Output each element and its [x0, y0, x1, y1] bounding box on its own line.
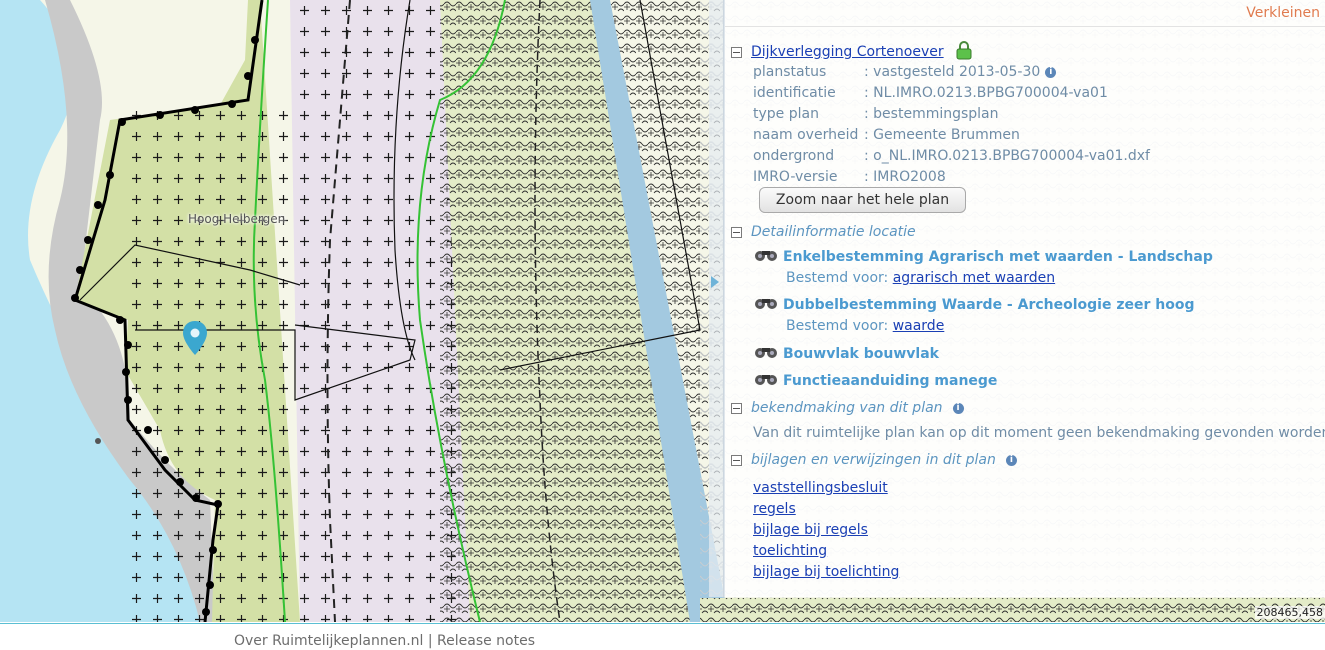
bijlage-link[interactable]: bijlage bij toelichting	[753, 564, 899, 580]
detail-item: Functieaanduiding manege	[753, 372, 997, 389]
info-icon[interactable]: i	[1005, 454, 1017, 466]
bekendmaking-text: Van dit ruimtelijke plan kan op dit mome…	[753, 425, 1325, 441]
sub-link[interactable]: agrarisch met waarden	[893, 270, 1055, 286]
coordinate-readout: 208465,458	[1254, 606, 1325, 619]
sub-link[interactable]: waarde	[893, 318, 945, 334]
field-value: : vastgesteld 2013-05-30	[864, 64, 1041, 80]
collapse-bijlagen-icon[interactable]	[731, 454, 742, 466]
detail-item-title[interactable]: Dubbelbestemming Waarde - Archeologie ze…	[783, 297, 1194, 313]
panel-header: Verkleinen	[725, 0, 1325, 27]
bekendmaking-heading: bekendmaking van dit plan	[751, 400, 943, 416]
bijlagen-heading: bijlagen en verwijzingen in dit plan	[751, 452, 996, 468]
field-value: : o_NL.IMRO.0213.BPBG700004-va01.dxf	[864, 148, 1150, 164]
bijlage-link[interactable]: toelichting	[753, 543, 827, 559]
map-marker-icon[interactable]	[182, 320, 208, 356]
detail-item-title[interactable]: Bouwvlak bouwvlak	[783, 346, 939, 362]
field-identificatie: identificatie : NL.IMRO.0213.BPBG700004-v…	[753, 85, 1108, 101]
detail-item: Enkelbestemming Agrarisch met waarden - …	[753, 248, 1213, 265]
collapse-bekendmaking-icon[interactable]	[731, 402, 742, 414]
collapse-plan-icon[interactable]	[731, 46, 742, 58]
detail-item-title[interactable]: Enkelbestemming Agrarisch met waarden - …	[783, 249, 1213, 265]
sub-label: Bestemd voor:	[786, 270, 889, 286]
field-key: type plan	[753, 106, 819, 122]
collapse-link[interactable]: Verkleinen	[1246, 5, 1320, 21]
field-value: : Gemeente Brummen	[864, 127, 1020, 143]
detail-heading: Detailinformatie locatie	[751, 224, 916, 240]
expand-arrow-icon[interactable]	[711, 276, 719, 288]
field-key: ondergrond	[753, 148, 835, 164]
field-ondergrond: ondergrond : o_NL.IMRO.0213.BPBG700004-va…	[753, 148, 1150, 164]
lock-icon	[956, 40, 972, 60]
plan-title-link[interactable]: Dijkverlegging Cortenoever	[751, 44, 944, 60]
field-planstatus: planstatus : vastgesteld 2013-05-30 i	[753, 64, 1057, 80]
footer-links[interactable]: Over Ruimtelijkeplannen.nl | Release not…	[234, 633, 535, 649]
bijlage-link[interactable]: regels	[753, 501, 796, 517]
sub-label: Bestemd voor:	[786, 318, 889, 334]
info-icon[interactable]: i	[952, 402, 964, 414]
binoculars-icon[interactable]	[753, 296, 779, 310]
field-key: planstatus	[753, 64, 827, 80]
field-value: : NL.IMRO.0213.BPBG700004-va01	[864, 85, 1108, 101]
collapse-detail-icon[interactable]	[731, 226, 742, 238]
bijlage-link[interactable]: vaststellingsbesluit	[753, 480, 888, 496]
binoculars-icon[interactable]	[753, 345, 779, 359]
detail-item: Dubbelbestemming Waarde - Archeologie ze…	[753, 296, 1194, 313]
detail-item-title[interactable]: Functieaanduiding manege	[783, 373, 997, 389]
field-key: naam overheid	[753, 127, 859, 143]
bijlage-link[interactable]: bijlage bij regels	[753, 522, 868, 538]
place-label: Hoog Helbergen	[188, 212, 286, 226]
zoom-to-plan-button[interactable]: Zoom naar het hele plan	[759, 187, 966, 213]
panel-toggle-handle[interactable]	[709, 0, 724, 597]
detail-item-sub: Bestemd voor: waarde	[786, 318, 944, 334]
field-type-plan: type plan : bestemmingsplan	[753, 106, 999, 122]
field-imro-versie: IMRO-versie : IMRO2008	[753, 169, 946, 185]
binoculars-icon[interactable]	[753, 372, 779, 386]
binoculars-icon[interactable]	[753, 248, 779, 262]
footer: Over Ruimtelijkeplannen.nl | Release not…	[0, 623, 1325, 650]
detail-item-sub: Bestemd voor: agrarisch met waarden	[786, 270, 1055, 286]
field-naam-overheid: naam overheid : Gemeente Brummen	[753, 127, 1020, 143]
field-key: identificatie	[753, 85, 836, 101]
info-icon[interactable]: i	[1045, 66, 1057, 78]
info-panel: Verkleinen Dijkverlegging Cortenoever pl…	[724, 0, 1325, 597]
field-key: IMRO-versie	[753, 169, 838, 185]
detail-item: Bouwvlak bouwvlak	[753, 345, 939, 362]
field-value: : IMRO2008	[864, 169, 946, 185]
field-value: : bestemmingsplan	[864, 106, 999, 122]
